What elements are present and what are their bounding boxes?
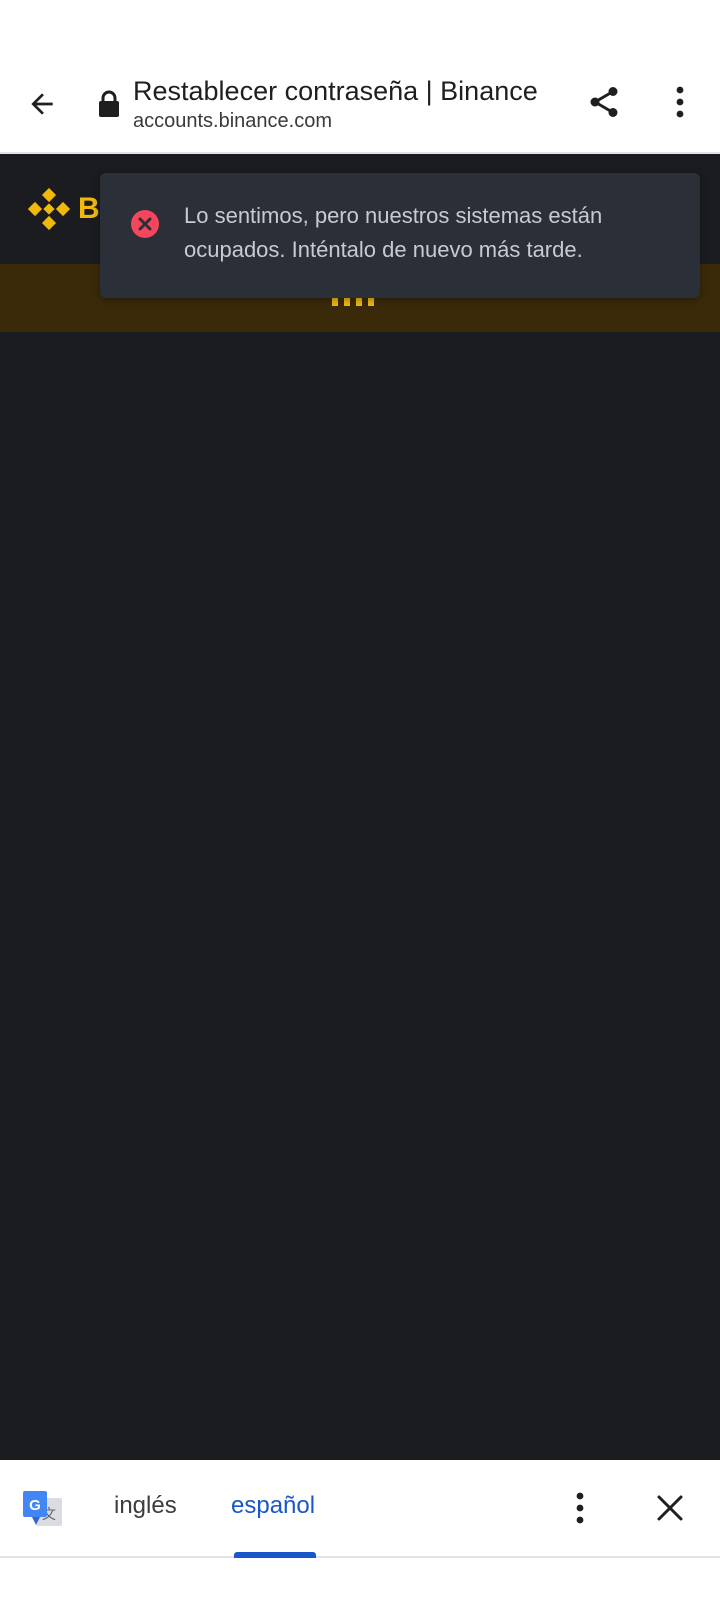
error-toast: Lo sentimos, pero nuestros sistemas está… <box>100 173 700 298</box>
svg-text:G: G <box>29 1497 41 1514</box>
error-circle-icon <box>131 210 159 238</box>
lock-icon <box>99 90 119 117</box>
binance-diamond-icon <box>28 188 70 230</box>
google-translate-icon: 文 G <box>23 1491 62 1526</box>
browser-menu-button[interactable] <box>656 78 704 126</box>
tab-source-language[interactable]: inglés <box>114 1490 177 1522</box>
toast-message: Lo sentimos, pero nuestros sistemas está… <box>184 203 603 262</box>
close-icon <box>657 1495 683 1521</box>
logo-text: B <box>78 192 100 225</box>
address-bar[interactable]: Restablecer contraseña | Binance account… <box>133 74 573 134</box>
web-content: B Lo sentimos, pero nuestros sistemas es… <box>0 154 720 1460</box>
page-url: accounts.binance.com <box>133 110 333 132</box>
share-button[interactable] <box>580 78 628 126</box>
more-vert-icon <box>576 1492 584 1524</box>
back-arrow-icon <box>31 93 53 115</box>
translate-close-button[interactable] <box>646 1484 694 1532</box>
navigation-area <box>0 1558 720 1600</box>
share-icon <box>590 87 618 117</box>
more-vert-icon <box>676 86 684 118</box>
tab-target-language[interactable]: español <box>231 1490 315 1522</box>
browser-toolbar: Restablecer contraseña | Binance account… <box>0 66 720 154</box>
translate-menu-button[interactable] <box>556 1484 604 1532</box>
back-button[interactable] <box>18 80 66 128</box>
translate-bar: 文 G inglés español <box>0 1460 720 1558</box>
status-bar <box>0 0 720 66</box>
binance-logo[interactable]: B <box>28 188 100 230</box>
page-title: Restablecer contraseña | Binance <box>133 76 538 106</box>
